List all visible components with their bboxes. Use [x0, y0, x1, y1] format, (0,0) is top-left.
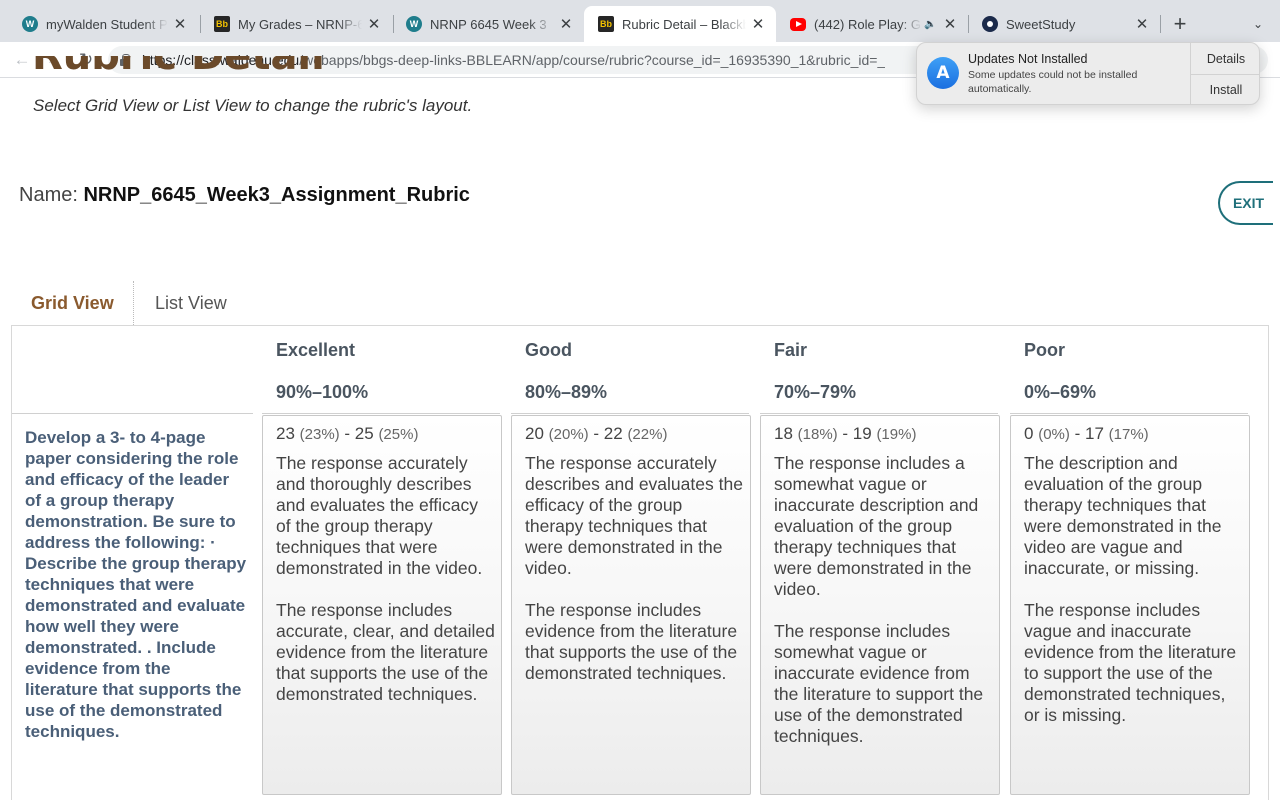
- max-points: 25: [354, 424, 374, 443]
- min-percent: (18%): [797, 426, 838, 443]
- browser-tab-sweetstudy[interactable]: SweetStudy ✕: [968, 6, 1160, 42]
- cell-description: The description and evaluation of the gr…: [1024, 453, 1237, 725]
- points-separator: -: [588, 424, 604, 443]
- max-percent: (17%): [1108, 426, 1149, 443]
- level-name: Good: [525, 340, 572, 360]
- points-separator: -: [1069, 424, 1085, 443]
- level-range: 90%–100%: [276, 382, 369, 402]
- max-points: 22: [603, 424, 623, 443]
- walden-w-icon: W: [406, 16, 422, 32]
- max-percent: (22%): [627, 426, 668, 443]
- tab-title: SweetStudy: [1006, 16, 1076, 32]
- view-instructions: Select Grid View or List View to change …: [33, 96, 473, 115]
- blackboard-bb-icon: Bb: [214, 16, 230, 32]
- page-title: Rubric Detail: [32, 56, 432, 78]
- tab-title: myWalden Student Por: [46, 16, 168, 32]
- new-tab-plus-icon[interactable]: +: [1168, 11, 1192, 36]
- browser-tab-nrnp-week3[interactable]: W NRNP 6645 Week 3 ✕: [392, 6, 584, 42]
- cell-description: The response accurately describes and ev…: [525, 453, 743, 683]
- browser-tab-mywalden[interactable]: W myWalden Student Por ✕: [8, 6, 198, 42]
- tab-grid-view[interactable]: Grid View: [12, 281, 134, 325]
- min-points: 23: [276, 424, 295, 443]
- view-tabs: Grid View List View: [12, 281, 227, 325]
- rubric-cell-fair: 18 (18%) - 19 (19%) The response include…: [760, 415, 1000, 795]
- blackboard-bb-icon: Bb: [598, 16, 614, 32]
- rubric-grid: Excellent 90%–100% Good 80%–89% Fair 70%…: [11, 325, 1269, 800]
- browser-tab-strip: W myWalden Student Por ✕ Bb My Grades – …: [0, 0, 1280, 42]
- level-header-poor: Poor 0%–69%: [1010, 326, 1248, 414]
- close-icon[interactable]: ✕: [172, 16, 188, 33]
- level-name: Fair: [774, 340, 808, 360]
- points-range: 20 (20%) - 22 (22%): [525, 424, 744, 445]
- level-range: 70%–79%: [774, 382, 857, 402]
- cell-description: The response includes a somewhat vague o…: [774, 453, 984, 746]
- close-icon[interactable]: ✕: [750, 16, 766, 33]
- back-arrow-icon[interactable]: ←: [10, 48, 34, 72]
- page-title-text: Rubric Detail: [32, 56, 432, 78]
- exit-button[interactable]: EXIT: [1218, 181, 1273, 225]
- notification-actions: Details Install: [1190, 43, 1259, 104]
- browser-tab-my-grades[interactable]: Bb My Grades – NRNP-66 ✕: [200, 6, 392, 42]
- points-separator: -: [837, 424, 853, 443]
- update-notification[interactable]: A Updates Not Installed Some updates cou…: [916, 42, 1260, 105]
- max-points: 19: [852, 424, 872, 443]
- rubric-cell-excellent: 23 (23%) - 25 (25%) The response accurat…: [262, 415, 502, 795]
- tab-list-view[interactable]: List View: [134, 281, 227, 325]
- cell-description: The response accurately and thoroughly d…: [276, 453, 495, 704]
- close-icon[interactable]: ✕: [366, 16, 382, 33]
- points-range: 0 (0%) - 17 (17%): [1024, 424, 1243, 445]
- points-separator: -: [339, 424, 355, 443]
- rubric-name-label: Name:: [19, 184, 78, 206]
- tab-divider: [1160, 15, 1161, 33]
- walden-w-icon: W: [22, 16, 38, 32]
- browser-tab-role-play-video[interactable]: (442) Role Play: G 🔈 ✕: [776, 6, 968, 42]
- min-percent: (0%): [1038, 426, 1070, 443]
- notification-title: Updates Not Installed: [968, 52, 1088, 66]
- min-points: 18: [774, 424, 793, 443]
- level-header-excellent: Excellent 90%–100%: [262, 326, 500, 414]
- tab-title: Rubric Detail – Blackbo: [622, 16, 746, 32]
- speaker-icon[interactable]: 🔈: [924, 19, 938, 30]
- youtube-icon: [790, 17, 806, 31]
- max-points: 17: [1084, 424, 1104, 443]
- min-percent: (23%): [299, 426, 340, 443]
- tab-title: NRNP 6645 Week 3: [430, 16, 547, 32]
- close-icon[interactable]: ✕: [942, 16, 958, 33]
- install-button[interactable]: Install: [1191, 74, 1259, 104]
- min-points: 0: [1024, 424, 1034, 443]
- details-button[interactable]: Details: [1191, 43, 1259, 74]
- max-percent: (25%): [378, 426, 419, 443]
- level-range: 0%–69%: [1024, 382, 1097, 402]
- level-name: Excellent: [276, 340, 356, 360]
- rubric-name-value: NRNP_6645_Week3_Assignment_Rubric: [83, 184, 470, 206]
- max-percent: (19%): [876, 426, 917, 443]
- tab-title: My Grades – NRNP-66: [238, 16, 362, 32]
- close-icon[interactable]: ✕: [558, 16, 574, 33]
- rubric-cell-poor: 0 (0%) - 17 (17%) The description and ev…: [1010, 415, 1250, 795]
- rubric-cell-good: 20 (20%) - 22 (22%) The response accurat…: [511, 415, 751, 795]
- level-name: Poor: [1024, 340, 1066, 360]
- points-range: 23 (23%) - 25 (25%): [276, 424, 495, 445]
- notification-body: Some updates could not be installed auto…: [968, 69, 1138, 95]
- tab-search-chevron-icon[interactable]: ⌄: [1248, 14, 1268, 34]
- level-header-good: Good 80%–89%: [511, 326, 749, 414]
- level-range: 80%–89%: [525, 382, 608, 402]
- level-header-fair: Fair 70%–79%: [760, 326, 998, 414]
- tab-title: (442) Role Play: G: [814, 16, 921, 32]
- sweetstudy-icon: [982, 16, 998, 32]
- grid-corner: [12, 326, 253, 414]
- app-store-icon: A: [927, 57, 959, 89]
- rubric-name: Name: NRNP_6645_Week3_Assignment_Rubric: [19, 184, 470, 207]
- points-range: 18 (18%) - 19 (19%): [774, 424, 993, 445]
- min-percent: (20%): [548, 426, 589, 443]
- browser-tab-rubric-detail[interactable]: Bb Rubric Detail – Blackbo ✕: [584, 6, 776, 42]
- close-icon[interactable]: ✕: [1134, 16, 1150, 33]
- min-points: 20: [525, 424, 544, 443]
- criterion-description: Develop a 3- to 4-page paper considering…: [25, 428, 247, 741]
